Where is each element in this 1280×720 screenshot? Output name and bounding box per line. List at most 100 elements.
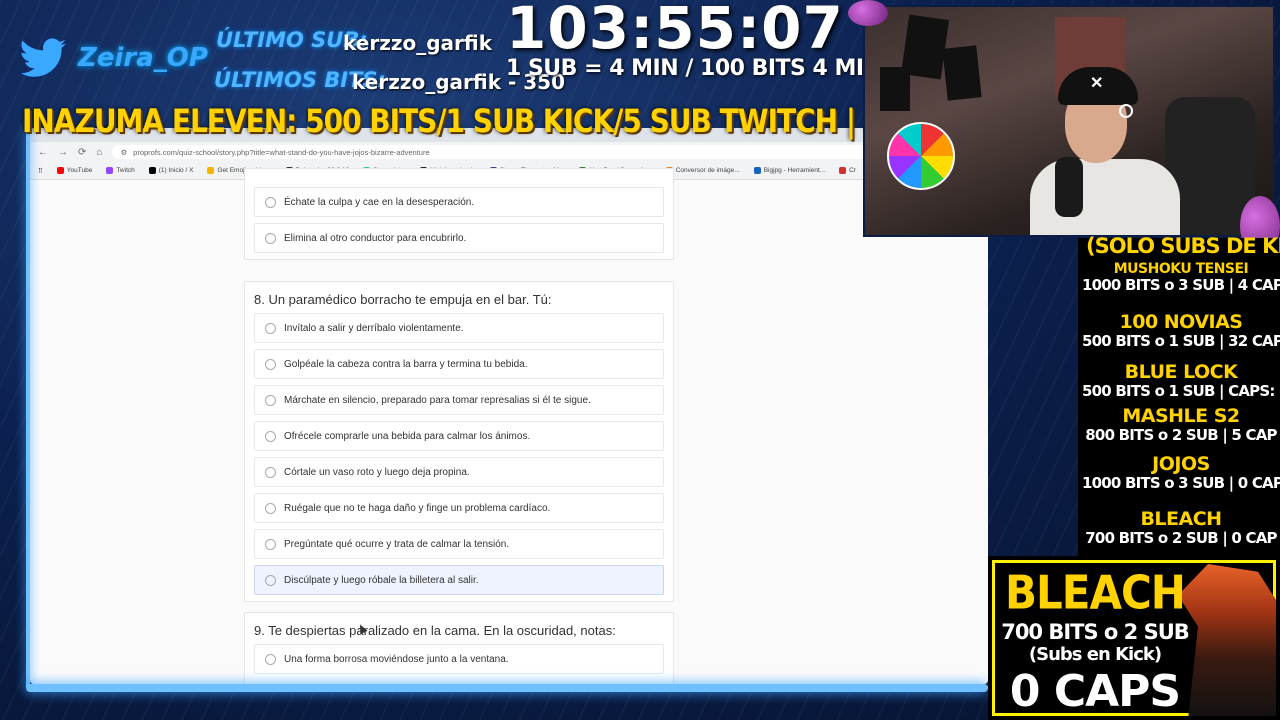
goal-detail: 700 BITS o 2 SUB | 0 CAP (1085, 529, 1277, 547)
bookmark-favicon-icon (148, 167, 156, 174)
answer-option[interactable]: Córtale un vaso roto y luego deja propin… (254, 457, 664, 487)
back-icon[interactable]: ← (38, 147, 48, 158)
answer-label: Échate la culpa y cae en la desesperació… (284, 196, 475, 208)
question-card-8: 8. Un paramédico borracho te empuja en e… (244, 281, 674, 602)
goal-entry: MUSHOKU TENSEI 1000 BITS o 3 SUB | 4 CAPS (1082, 262, 1280, 293)
site-info-icon[interactable]: ⚙ (120, 148, 127, 157)
radio-button[interactable] (265, 653, 276, 665)
bookmark-item[interactable]: Cr (839, 167, 856, 174)
goal-entry: BLUE LOCK 500 BITS o 1 SUB | CAPS: 60 (1082, 363, 1280, 399)
goal-title: BLUE LOCK (1124, 361, 1238, 383)
prev-options-list: Échate la culpa y cae en la desesperació… (245, 187, 673, 253)
answer-label: Pregúntate qué ocurre y trata de calmar … (284, 538, 510, 550)
bookmark-item[interactable]: Conversor de imáge... (665, 167, 740, 174)
answer-label: Córtale un vaso roto y luego deja propin… (284, 466, 470, 478)
microphone (1055, 157, 1083, 217)
promo-line3: 0 CAPS (1009, 666, 1181, 717)
answer-option[interactable]: Márchate en silencio, preparado para tom… (254, 385, 664, 415)
inazuma-banner: INAZUMA ELEVEN: 500 BITS/1 SUB KICK/5 SU… (22, 102, 952, 140)
answer-label: Ofrécele comprarle una bebida para calma… (284, 430, 531, 442)
address-bar[interactable]: ⚙ proprofs.com/quiz-school/story.php?tit… (112, 145, 980, 159)
bookmark-label: YouTube (66, 167, 93, 174)
answer-label: Elimina al otro conductor para encubrirl… (284, 232, 467, 244)
radio-button[interactable] (265, 196, 276, 208)
reload-icon[interactable]: ⟳ (78, 147, 86, 158)
bookmark-item[interactable]: Bigjpg - Herramient... (753, 167, 826, 174)
answer-label: Una forma borrosa moviéndose junto a la … (284, 653, 509, 665)
radio-button[interactable] (265, 322, 276, 334)
q9-options-list: Una forma borrosa moviéndose junto a la … (245, 644, 673, 674)
question-title-9: 9. Te despiertas paralizado en la cama. … (254, 623, 616, 638)
ring-light (1119, 104, 1133, 118)
bookmark-item[interactable]: (1) Inicio / X (148, 167, 194, 174)
bookmark-favicon-icon (753, 167, 761, 174)
promo-title: BLEACH (1005, 565, 1186, 620)
streamer-shirt (1030, 159, 1180, 235)
devil-fruit-icon (848, 0, 888, 26)
answer-option[interactable]: Discúlpate y luego róbale la billetera a… (254, 565, 664, 595)
goal-entry: MASHLE S2 800 BITS o 2 SUB | 5 CAP (1082, 407, 1280, 443)
cap-logo-icon: ✕ (1090, 75, 1104, 92)
radio-button[interactable] (265, 538, 276, 550)
answer-label: Discúlpate y luego róbale la billetera a… (284, 574, 479, 586)
twitter-badge: Zeira_OP (18, 38, 208, 78)
goal-detail: 500 BITS o 1 SUB | 32 CAPS (1082, 332, 1280, 350)
radio-button[interactable] (265, 394, 276, 406)
subathon-timer: 103:55:07 (506, 0, 844, 62)
promo-line1: 700 BITS o 2 SUB (1001, 620, 1190, 644)
radio-button[interactable] (265, 232, 276, 244)
goal-title: MUSHOKU TENSEI (1113, 261, 1249, 277)
answer-option[interactable]: Échate la culpa y cae en la desesperació… (254, 187, 664, 217)
question-card-prev: Échate la culpa y cae en la desesperació… (244, 168, 674, 260)
goal-detail: 800 BITS o 2 SUB | 5 CAP (1085, 426, 1277, 444)
answer-option[interactable]: Ruégale que no te haga daño y finge un p… (254, 493, 664, 523)
prize-wheel (887, 122, 955, 190)
answer-option[interactable]: Invítalo a salir y derríbalo violentamen… (254, 313, 664, 343)
address-text: proprofs.com/quiz-school/story.php?title… (133, 147, 430, 157)
radio-button[interactable] (265, 502, 276, 514)
apps-grid-icon[interactable]: ⠿ (38, 167, 43, 175)
bookmark-label: (1) Inicio / X (158, 167, 194, 174)
answer-label: Ruégale que no te haga daño y finge un p… (284, 502, 551, 514)
webcam-feed: ✕ (863, 5, 1275, 237)
bookmark-favicon-icon (839, 167, 847, 174)
bookmark-label: Bigjpg - Herramient... (763, 167, 826, 174)
frame-glow-left (26, 128, 30, 688)
goal-title: MASHLE S2 (1122, 405, 1240, 427)
forward-icon[interactable]: → (58, 147, 68, 158)
answer-option[interactable]: Pregúntate qué ocurre y trata de calmar … (254, 529, 664, 559)
bookmark-item[interactable]: Twitch (106, 167, 135, 174)
goal-detail: 500 BITS o 1 SUB | CAPS: 60 (1082, 382, 1280, 400)
question-title-8: 8. Un paramédico borracho te empuja en e… (254, 292, 552, 307)
twitter-icon (18, 38, 68, 78)
browser-window: ← → ⟳ ⌂ ⚙ proprofs.com/quiz-school/story… (30, 128, 988, 684)
home-icon[interactable]: ⌂ (96, 147, 102, 158)
question-card-9: 9. Te despiertas paralizado en la cama. … (244, 612, 674, 684)
goal-detail: 1000 BITS o 3 SUB | 4 CAPS (1082, 276, 1280, 294)
last-sub-value: kerzzo_garfik (343, 31, 493, 55)
q8-options-list: Invítalo a salir y derríbalo violentamen… (245, 313, 673, 595)
bookmark-favicon-icon (106, 167, 114, 174)
frame-glow-bottom (26, 684, 988, 692)
radio-button[interactable] (265, 574, 276, 586)
radio-button[interactable] (265, 358, 276, 370)
goal-entry: BLEACH 700 BITS o 2 SUB | 0 CAP (1082, 510, 1280, 546)
answer-option[interactable]: Golpéale la cabeza contra la barra y ter… (254, 349, 664, 379)
answer-option[interactable]: Elimina al otro conductor para encubrirl… (254, 223, 664, 253)
radio-button[interactable] (265, 430, 276, 442)
radio-button[interactable] (265, 466, 276, 478)
answer-label: Golpéale la cabeza contra la barra y ter… (284, 358, 528, 370)
bookmark-label: Twitch (116, 167, 135, 174)
answer-option[interactable]: Ofrécele comprarle una bebida para calma… (254, 421, 664, 451)
answer-label: Invítalo a salir y derríbalo violentamen… (284, 322, 464, 334)
bookmark-item[interactable]: YouTube (56, 167, 93, 174)
sub-rate-text: 1 SUB = 4 MIN / 100 BITS 4 MIN (506, 56, 882, 81)
streamer: ✕ (1030, 67, 1180, 235)
acoustic-panel (942, 45, 982, 101)
url-toolbar: ← → ⟳ ⌂ ⚙ proprofs.com/quiz-school/story… (30, 142, 988, 162)
panel-header: (SOLO SUBS DE KICK) (1086, 234, 1280, 258)
goal-title: BLEACH (1140, 508, 1222, 530)
bookmark-label: Cr (849, 167, 856, 174)
answer-option[interactable]: Una forma borrosa moviéndose junto a la … (254, 644, 664, 674)
bookmark-favicon-icon (56, 167, 64, 174)
